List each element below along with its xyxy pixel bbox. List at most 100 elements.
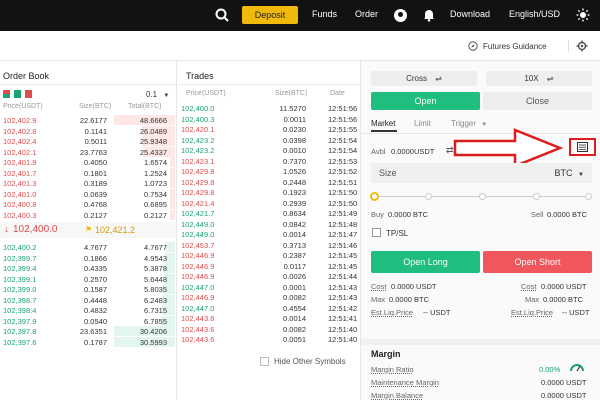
both-view-icon[interactable] xyxy=(3,90,10,98)
open-long-button[interactable]: Open Long xyxy=(371,251,480,273)
trade-size: 0.0014 xyxy=(283,230,306,239)
trade-row: 102,446.9 0.0117 12:51:45 xyxy=(178,261,360,271)
ob-size: 0.0639 xyxy=(84,189,107,199)
orderbook-layout-toggle[interactable] xyxy=(3,90,33,98)
size-unit-select[interactable]: BTC ▼ xyxy=(555,168,584,178)
ob-total: 6.7315 xyxy=(144,306,167,315)
trade-time: 12:51:56 xyxy=(328,114,358,124)
ob-size: 0.4768 xyxy=(84,200,107,209)
trade-price: 102,429.8 xyxy=(181,177,215,187)
trade-price: 102,421.4 xyxy=(181,198,215,208)
tpsl-checkbox[interactable] xyxy=(372,228,381,237)
order-menu[interactable]: Order xyxy=(355,9,378,19)
slider-handle[interactable] xyxy=(370,192,379,201)
asks-view-icon[interactable] xyxy=(25,90,32,98)
ob-price: 102,401.9 xyxy=(3,158,37,167)
precision-select[interactable]: 0.1 ▼ xyxy=(146,90,169,99)
ask-row[interactable]: 102,402.1 23.7763 25.4337 xyxy=(0,146,175,157)
avbl-label: Avbl xyxy=(371,147,386,156)
futures-guidance-link[interactable]: Futures Guidance xyxy=(483,42,547,51)
trade-row: 102,423.2 0.0398 12:51:54 xyxy=(178,135,360,145)
trade-row: 102,429.8 0.2448 12:51:51 xyxy=(178,177,360,187)
bid-row[interactable]: 102,398.4 0.4832 6.7315 xyxy=(0,305,175,315)
trade-time: 12:51:53 xyxy=(328,156,358,166)
trade-time: 12:51:40 xyxy=(328,324,358,334)
ask-row[interactable]: 102,401.9 0.4050 1.6574 xyxy=(0,157,175,167)
cost-value-short: 0.0000 USDT xyxy=(541,282,587,291)
trades-header-price: Price(USDT) xyxy=(186,90,226,97)
slider-mark xyxy=(533,193,540,200)
close-tab[interactable]: Close xyxy=(483,92,592,110)
ob-price: 102,400.2 xyxy=(3,243,37,252)
deposit-button[interactable]: Deposit xyxy=(242,6,298,24)
tab-market[interactable]: Market xyxy=(371,119,395,128)
trade-row: 102,421.7 0.8634 12:51:49 xyxy=(178,208,360,218)
ask-row[interactable]: 102,401.7 0.1801 1.2524 xyxy=(0,167,175,178)
trade-size: 0.0014 xyxy=(283,314,306,323)
ask-row[interactable]: 102,401.3 0.3189 1.0723 xyxy=(0,178,175,188)
size-input[interactable]: Size BTC ▼ xyxy=(371,163,592,183)
ob-price: 102,399.4 xyxy=(3,264,37,273)
ob-price: 102,401.3 xyxy=(3,179,37,188)
bids-view-icon[interactable] xyxy=(14,90,21,98)
buy-label: Buy xyxy=(371,210,384,219)
margin-ratio-label: Margin Ratio xyxy=(371,365,414,374)
buy-value: 0.0000 BTC xyxy=(388,210,429,219)
size-label: Size xyxy=(379,168,397,178)
trade-row: 102,423.1 0.7370 12:51:53 xyxy=(178,156,360,166)
funds-menu[interactable]: Funds xyxy=(312,9,337,19)
hide-other-checkbox[interactable] xyxy=(260,357,269,366)
bid-row[interactable]: 102,397.6 0.1787 30.5993 xyxy=(0,336,175,347)
bell-icon[interactable] xyxy=(422,8,436,22)
bid-row[interactable]: 102,398.7 0.4448 6.2483 xyxy=(0,294,175,305)
calculator-icon[interactable] xyxy=(577,142,588,152)
ask-row[interactable]: 102,402.4 0.5011 25.9348 xyxy=(0,136,175,146)
depth-bar xyxy=(169,178,175,188)
gear-icon[interactable] xyxy=(576,40,588,52)
trade-price: 102,400.3 xyxy=(181,114,215,124)
trade-row: 102,449.0 0.0014 12:51:47 xyxy=(178,229,360,239)
ask-row[interactable]: 102,401.0 0.0639 0.7534 xyxy=(0,188,175,199)
trade-row: 102,420.1 0.0230 12:51:55 xyxy=(178,124,360,134)
last-price: 102,400.0 xyxy=(13,224,58,235)
ask-row[interactable]: 102,402.8 0.1141 26.0489 xyxy=(0,125,175,136)
open-short-button[interactable]: Open Short xyxy=(483,251,592,273)
download-menu[interactable]: Download xyxy=(450,9,490,19)
ask-row[interactable]: 102,400.8 0.4768 0.6895 xyxy=(0,199,175,209)
leverage-select[interactable]: 10X ⇌ xyxy=(486,71,592,86)
margin-mode-select[interactable]: Cross ⇌ xyxy=(371,71,477,86)
ask-row[interactable]: 102,400.3 0.2127 0.2127 xyxy=(0,209,175,220)
ob-header-total: Total(BTC) xyxy=(128,103,162,110)
ob-total: 1.2524 xyxy=(144,168,167,178)
bid-row[interactable]: 102,399.0 0.1587 5.8035 xyxy=(0,284,175,294)
trade-price: 102,446.9 xyxy=(181,293,215,302)
trade-time: 12:51:44 xyxy=(328,272,358,281)
theme-icon[interactable] xyxy=(576,8,590,22)
bid-row[interactable]: 102,399.7 0.1866 4.9543 xyxy=(0,252,175,263)
search-icon[interactable] xyxy=(215,8,229,22)
ob-price: 102,397.9 xyxy=(3,316,37,326)
trade-size: 0.0082 xyxy=(283,324,306,334)
open-tab[interactable]: Open xyxy=(371,92,480,110)
ob-price: 102,401.0 xyxy=(3,189,37,199)
bid-row[interactable]: 102,400.2 4.7677 4.7677 xyxy=(0,242,175,252)
active-tab-indicator xyxy=(371,130,397,132)
tab-limit[interactable]: Limit xyxy=(414,119,431,128)
ob-price: 102,402.4 xyxy=(3,137,37,146)
trade-time: 12:51:40 xyxy=(328,335,358,344)
trade-price: 102,443.6 xyxy=(181,314,215,323)
depth-bar xyxy=(169,199,175,209)
bid-row[interactable]: 102,399.4 0.4335 5.3878 xyxy=(0,263,175,273)
user-icon[interactable] xyxy=(394,9,407,22)
divider xyxy=(0,84,176,85)
bid-row[interactable]: 102,397.8 23.6351 30.4206 xyxy=(0,326,175,336)
trade-time: 12:51:50 xyxy=(328,198,358,208)
locale-menu[interactable]: English/USD xyxy=(509,9,560,19)
bid-row[interactable]: 102,399.1 0.2570 5.6448 xyxy=(0,273,175,284)
size-slider[interactable] xyxy=(370,192,592,202)
ob-total: 6.7855 xyxy=(144,316,167,326)
ask-row[interactable]: 102,402.9 22.6177 48.6666 xyxy=(0,115,175,125)
bid-row[interactable]: 102,397.9 0.0540 6.7855 xyxy=(0,315,175,326)
ob-total: 30.4206 xyxy=(139,327,167,336)
trade-row: 102,443.6 0.0014 12:51:41 xyxy=(178,313,360,323)
